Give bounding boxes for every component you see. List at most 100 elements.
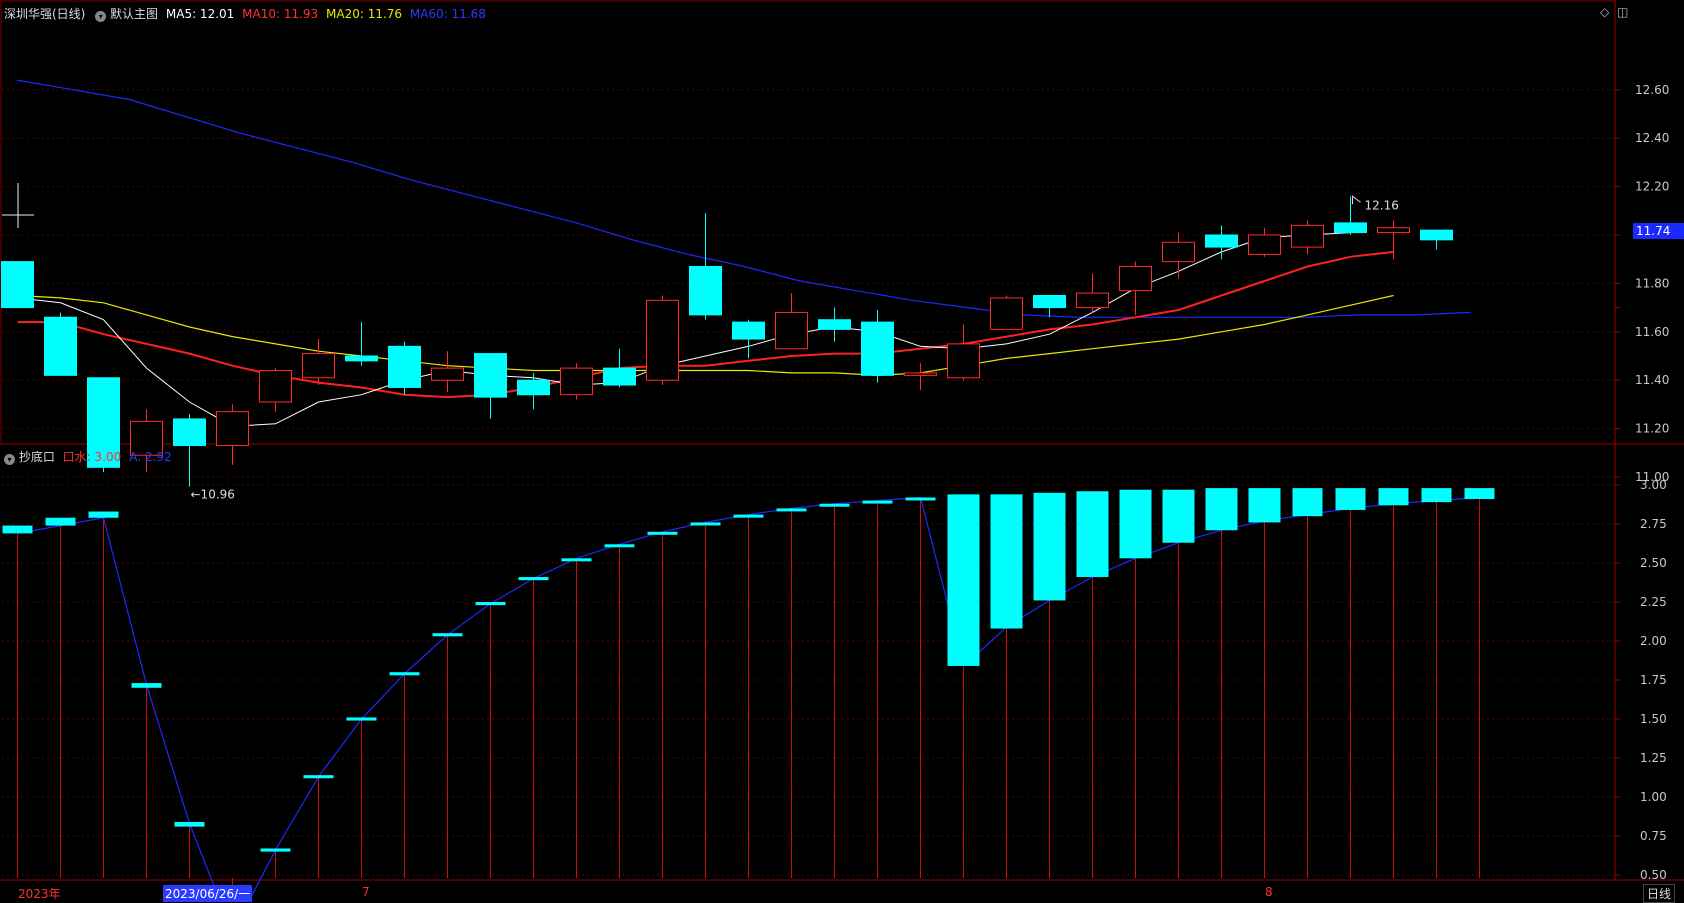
period-daily-button[interactable]: 日线	[1643, 884, 1676, 903]
main-y-tick-label: 11.80	[1635, 276, 1669, 290]
main-chart-header: 深圳华强(日线) ▾ 默认主图 MA5: 12.01 MA10: 11.93 M…	[4, 5, 486, 22]
ma10-label: MA10: 11.93	[242, 7, 319, 21]
candle-body	[990, 297, 1023, 330]
indicator-header: ▾ 抄底口 口水: 3.00 A: 2.92	[4, 448, 172, 465]
candle-body	[560, 367, 593, 396]
sub-y-tick-label: 1.75	[1640, 673, 1667, 687]
candle-body	[646, 299, 679, 381]
sub-y-tick-label: 1.50	[1640, 712, 1667, 726]
ma60-label: MA60: 11.68	[409, 7, 486, 21]
indicator-column	[432, 633, 463, 637]
candle-body	[1205, 234, 1238, 248]
indicator-column	[1378, 488, 1409, 506]
indicator-column	[905, 497, 936, 501]
ma5-line	[17, 232, 1351, 427]
candle-body	[1291, 224, 1324, 248]
candle-body	[904, 372, 937, 376]
candle-body	[474, 353, 507, 398]
indicator-column	[561, 558, 592, 562]
candle-body	[689, 265, 722, 316]
indicator-menu-icon[interactable]: ▾	[4, 454, 15, 465]
indicator-column	[2, 525, 33, 534]
candle-body	[216, 411, 249, 447]
indicator-column	[604, 544, 635, 548]
indicator-column	[131, 683, 162, 688]
candle-body	[818, 319, 851, 330]
candle-body	[517, 379, 550, 396]
year-label: 2023年	[18, 887, 61, 901]
ma5-label: MA5: 12.01	[165, 7, 235, 21]
chart-template-icon[interactable]: ▾	[95, 11, 107, 22]
candle-body	[1420, 229, 1453, 241]
chart-template-name[interactable]: 默认主图	[110, 7, 158, 21]
indicator-name[interactable]: 抄底口	[19, 450, 55, 464]
candle-body	[345, 355, 378, 362]
month-july-label: 7	[362, 885, 370, 899]
indicator-a-label: A: 2.92	[129, 450, 172, 464]
candle-body	[1377, 227, 1410, 234]
ma20-label: MA20: 11.76	[326, 7, 403, 21]
main-y-tick-label: 12.20	[1635, 180, 1669, 194]
main-y-tick-label: 12.40	[1635, 131, 1669, 145]
candle-body	[775, 311, 808, 350]
indicator-column	[1205, 488, 1238, 531]
cursor-date-label: 2023/06/26/一	[163, 885, 253, 902]
indicator-column	[947, 494, 980, 666]
main-y-tick-label: 11.60	[1635, 325, 1669, 339]
indicator-column	[776, 508, 807, 512]
indicator-column	[174, 821, 205, 827]
sub-y-tick-label: 0.75	[1640, 829, 1667, 843]
main-y-tick-label: 11.40	[1635, 373, 1669, 387]
window-toggle-icon[interactable]: ◫	[1617, 5, 1628, 19]
indicator-column	[1033, 492, 1066, 601]
indicator-column	[518, 577, 549, 581]
sub-y-tick-label: 3.00	[1640, 478, 1667, 492]
candle-body	[259, 370, 292, 403]
sub-y-tick-label: 1.25	[1640, 751, 1667, 765]
indicator-column	[1248, 488, 1281, 523]
candle-body	[173, 418, 206, 447]
candle-body	[431, 367, 464, 381]
indicator-column	[690, 522, 721, 526]
indicator-water-label: 口水: 3.00	[62, 450, 122, 464]
low-price-annotation: ←10.96	[191, 488, 235, 502]
candle-body	[1076, 292, 1109, 309]
indicator-column	[1464, 488, 1495, 500]
indicator-column	[862, 500, 893, 504]
candle-body	[44, 316, 77, 376]
current-price-tag: 11.74	[1633, 223, 1684, 239]
candle-body	[732, 321, 765, 340]
indicator-column	[733, 514, 764, 518]
candle-body	[1033, 295, 1066, 309]
ma60-line	[16, 79, 1471, 318]
high-price-marker	[1352, 195, 1361, 205]
indicator-column	[1162, 489, 1195, 543]
indicator-column	[1076, 491, 1109, 578]
sub-y-tick-label: 1.00	[1640, 790, 1667, 804]
indicator-column	[1119, 489, 1152, 559]
sub-y-tick-label: 2.75	[1640, 517, 1667, 531]
indicator-column	[1421, 488, 1452, 503]
indicator-column	[1335, 488, 1366, 510]
candle-body	[1, 261, 34, 309]
indicator-column	[819, 503, 850, 507]
main-y-tick-label: 12.60	[1635, 83, 1669, 97]
stock-chart-canvas[interactable]: 12.6012.4012.2012.0011.8011.6011.4011.20…	[0, 0, 1684, 902]
indicator-column	[45, 517, 76, 526]
sub-y-tick-label: 2.25	[1640, 595, 1667, 609]
main-y-tick-label: 11.20	[1635, 422, 1669, 436]
sub-y-tick-label: 2.50	[1640, 556, 1667, 570]
diamond-icon[interactable]: ◇	[1600, 5, 1609, 19]
candle-body	[603, 367, 636, 386]
indicator-column	[88, 511, 119, 518]
indicator-column	[647, 531, 678, 535]
candle-body	[302, 353, 335, 379]
candle-body	[861, 321, 894, 376]
stock-title[interactable]: 深圳华强(日线)	[4, 7, 85, 21]
high-price-annotation: 12.16	[1365, 198, 1399, 212]
indicator-column	[346, 717, 377, 721]
indicator-column	[990, 494, 1023, 629]
candle-body	[1119, 265, 1152, 292]
indicator-column	[260, 848, 291, 852]
candle-body	[1248, 234, 1281, 255]
